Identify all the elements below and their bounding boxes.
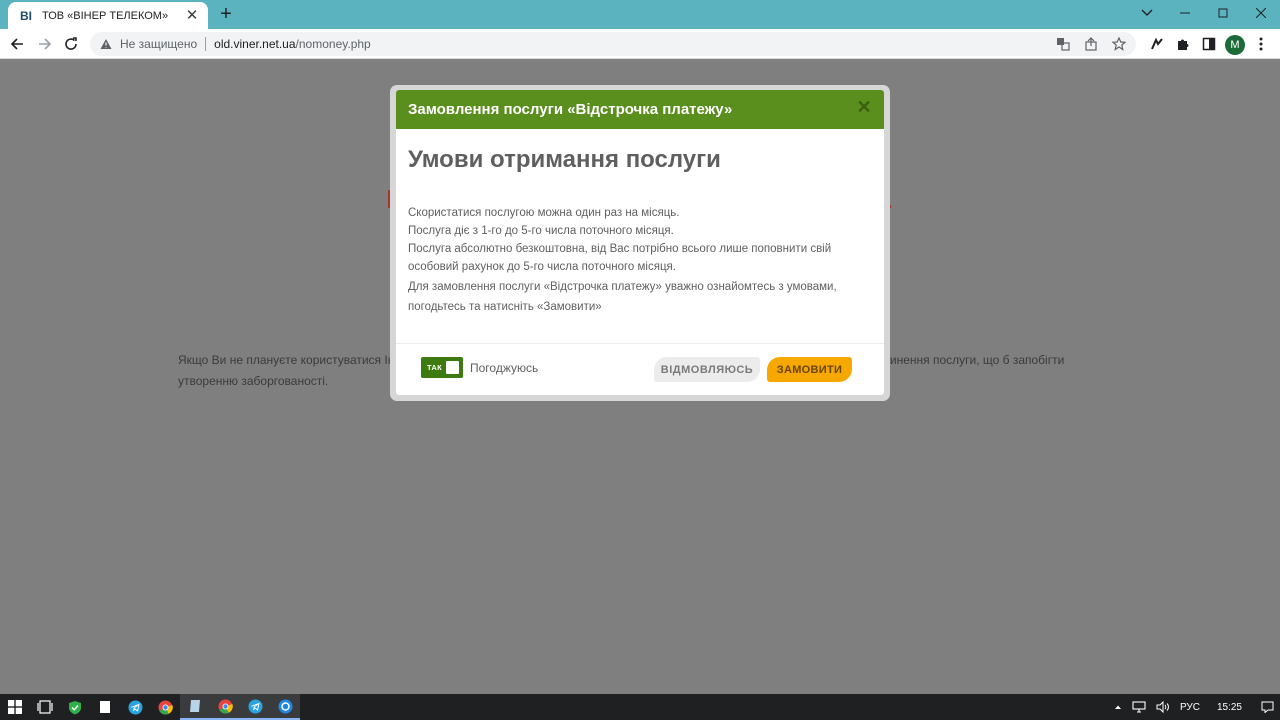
address-separator — [205, 37, 207, 51]
address-bar-actions — [1054, 35, 1128, 53]
back-arrow-icon[interactable] — [6, 33, 28, 55]
security-label[interactable]: Не защищено — [120, 37, 197, 51]
modal-body: Скористатися послугою можна один раз на … — [408, 204, 868, 317]
page-paragraph-continued: зупинення послуги, що б запобігти — [872, 353, 1065, 367]
side-panel-icon[interactable] — [1198, 33, 1220, 55]
chrome-icon[interactable] — [150, 694, 180, 720]
new-tab-icon[interactable]: + — [216, 4, 236, 24]
agree-label[interactable]: Погоджуюсь — [470, 361, 538, 375]
window-controls — [1128, 0, 1280, 29]
agree-toggle[interactable]: ТАК — [421, 357, 463, 378]
close-window-icon[interactable] — [1242, 0, 1280, 26]
browser-toolbar: Не защищено old.viner.net.ua/nomoney.php… — [0, 29, 1280, 59]
tab-close-icon[interactable]: ✕ — [184, 7, 200, 24]
modal-heading: Умови отримання послуги — [408, 146, 721, 173]
terms-line: Скористатися послугою можна один раз на … — [408, 207, 680, 219]
service-order-modal: Замовлення послуги «Відстрочка платежу» … — [396, 90, 884, 395]
url-path: /nomoney.php — [295, 37, 371, 51]
taskbar: РУС 15:25 — [0, 694, 1280, 720]
address-bar[interactable]: Не защищено old.viner.net.ua/nomoney.php — [90, 32, 1136, 56]
terms-line: Послуга абсолютно безкоштовна, від Вас п… — [408, 243, 832, 273]
extension-icon[interactable] — [1146, 33, 1168, 55]
terms-line: Для замовлення послуги «Відстрочка плате… — [408, 281, 837, 313]
avatar: M — [1225, 34, 1245, 55]
chrome-active-icon[interactable] — [210, 694, 240, 720]
share-icon[interactable] — [1082, 35, 1100, 53]
puzzle-extensions-icon[interactable] — [1172, 33, 1194, 55]
decline-button[interactable]: ВІДМОВЛЯЮСЬ — [654, 357, 760, 382]
network-icon[interactable] — [1127, 694, 1151, 720]
tray-overflow-icon[interactable] — [1109, 694, 1127, 720]
task-view-icon[interactable] — [30, 694, 60, 720]
toggle-label: ТАК — [427, 363, 443, 372]
page-paragraph-line2: утворенню заборгованості. — [178, 374, 329, 388]
system-tray: РУС 15:25 — [1109, 694, 1280, 720]
taskbar-apps — [0, 694, 300, 720]
tab-title: ТОВ «ВІНЕР ТЕЛЕКОМ» — [42, 9, 169, 22]
minimize-icon[interactable] — [1166, 0, 1204, 26]
terms-line: Послуга діє з 1-го до 5-го числа поточно… — [408, 225, 674, 237]
modal-header: Замовлення послуги «Відстрочка платежу» … — [396, 90, 884, 129]
reload-icon[interactable] — [60, 33, 82, 55]
url-host: old.viner.net.ua — [214, 37, 296, 51]
toggle-knob — [446, 361, 459, 374]
modal-frame: Замовлення послуги «Відстрочка платежу» … — [390, 85, 890, 401]
telegram-active-icon[interactable] — [240, 694, 270, 720]
bookmark-star-icon[interactable] — [1110, 35, 1128, 53]
close-icon[interactable]: ✕ — [856, 98, 872, 116]
menu-dots-icon[interactable] — [1250, 33, 1272, 55]
browser-app-icon[interactable] — [270, 694, 300, 720]
site-favicon-icon: ВІ — [20, 8, 32, 23]
forward-arrow-icon[interactable] — [34, 33, 56, 55]
extensions-area: M — [1146, 33, 1272, 55]
warning-triangle-icon[interactable] — [100, 38, 112, 50]
language-indicator[interactable]: РУС — [1175, 694, 1205, 720]
browser-tab[interactable]: ВІ ТОВ «ВІНЕР ТЕЛЕКОМ» ✕ — [8, 2, 208, 29]
url-text[interactable]: old.viner.net.ua/nomoney.php — [214, 37, 371, 51]
modal-divider — [396, 343, 884, 344]
order-button[interactable]: ЗАМОВИТИ — [767, 357, 852, 382]
windows-start-icon[interactable] — [0, 694, 30, 720]
notes-app-icon[interactable] — [180, 694, 210, 720]
translate-icon[interactable] — [1054, 35, 1072, 53]
modal-title: Замовлення послуги «Відстрочка платежу» — [408, 101, 733, 118]
tab-search-chevron-icon[interactable] — [1128, 0, 1166, 26]
maximize-icon[interactable] — [1204, 0, 1242, 26]
clock[interactable]: 15:25 — [1205, 694, 1254, 720]
browser-tabbar: ВІ ТОВ «ВІНЕР ТЕЛЕКОМ» ✕ + — [0, 0, 1280, 29]
profile-button[interactable]: M — [1224, 33, 1246, 55]
notifications-icon[interactable] — [1254, 694, 1280, 720]
notepad-icon[interactable] — [90, 694, 120, 720]
telegram-icon[interactable] — [120, 694, 150, 720]
security-shield-icon[interactable] — [60, 694, 90, 720]
volume-icon[interactable] — [1151, 694, 1175, 720]
